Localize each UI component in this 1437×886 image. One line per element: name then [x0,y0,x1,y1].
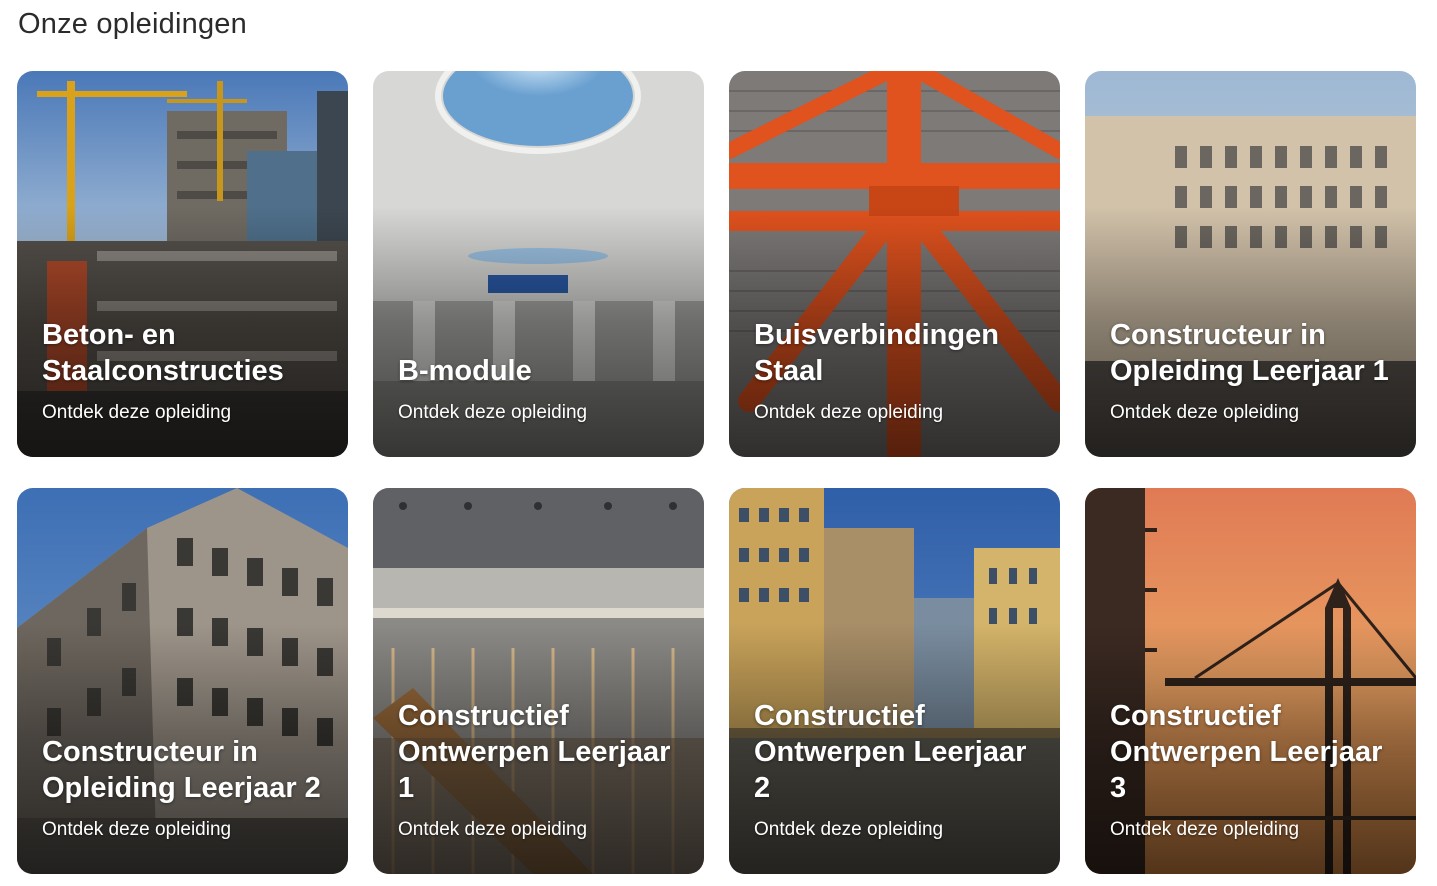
card-title: B-module [398,355,532,387]
course-card[interactable]: Constructief Ontwerpen Leerjaar 3 Ontdek… [1085,488,1416,874]
course-card[interactable]: Constructief Ontwerpen Leerjaar 2 Ontdek… [729,488,1060,874]
card-title: Constructief Ontwerpen Leerjaar 3 [1110,700,1383,804]
course-card[interactable]: Buisverbindingen Staal Ontdek deze oplei… [729,71,1060,457]
page-title: Onze opleidingen [18,8,247,40]
discover-link[interactable]: Ontdek deze opleiding [754,819,1040,841]
discover-link[interactable]: Ontdek deze opleiding [398,402,684,424]
discover-link[interactable]: Ontdek deze opleiding [398,819,684,841]
course-card[interactable]: Constructief Ontwerpen Leerjaar 1 Ontdek… [373,488,704,874]
course-card[interactable]: Constructeur in Opleiding Leerjaar 2 Ont… [17,488,348,874]
card-title: Beton- en Staalconstructies [42,319,284,387]
card-title: Buisverbindingen Staal [754,319,999,387]
course-grid: Beton- en Staalconstructies Ontdek deze … [17,71,1416,874]
discover-link[interactable]: Ontdek deze opleiding [42,402,328,424]
discover-link[interactable]: Ontdek deze opleiding [1110,402,1396,424]
card-title: Constructief Ontwerpen Leerjaar 1 [398,700,671,804]
course-card[interactable]: Beton- en Staalconstructies Ontdek deze … [17,71,348,457]
course-card[interactable]: Constructeur in Opleiding Leerjaar 1 Ont… [1085,71,1416,457]
discover-link[interactable]: Ontdek deze opleiding [754,402,1040,424]
card-title: Constructeur in Opleiding Leerjaar 2 [42,736,321,804]
discover-link[interactable]: Ontdek deze opleiding [1110,819,1396,841]
course-card[interactable]: B-module Ontdek deze opleiding [373,71,704,457]
card-title: Constructeur in Opleiding Leerjaar 1 [1110,319,1389,387]
card-title: Constructief Ontwerpen Leerjaar 2 [754,700,1027,804]
discover-link[interactable]: Ontdek deze opleiding [42,819,328,841]
